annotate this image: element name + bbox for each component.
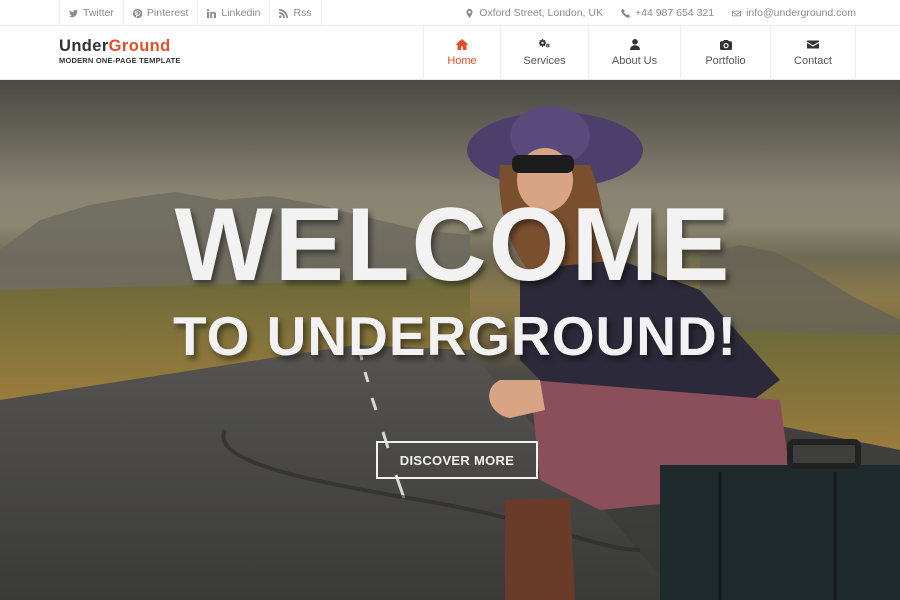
logo[interactable]: UnderGround MODERN ONE-PAGE TEMPLATE [59,37,181,65]
hero-section: WELCOME TO UNDERGROUND! DISCOVER MORE [0,80,900,600]
camera-icon [719,40,732,50]
nav-label: Home [447,55,477,67]
site-header: UnderGround MODERN ONE-PAGE TEMPLATE Hom… [0,26,900,80]
top-bar: Twitter Pinterest Linkedin Rss Oxford St… [0,0,900,26]
hero-title-subtitle: TO UNDERGROUND! [173,305,737,367]
envelope-icon [732,10,742,16]
nav-label: Services [523,55,566,67]
home-icon [456,39,468,50]
logo-title: UnderGround [59,37,181,55]
contact-address-text: Oxford Street, London, UK [479,7,603,19]
nav-item-portfolio[interactable]: Portfolio [680,26,770,80]
phone-icon [621,8,630,18]
linkedin-icon [207,8,217,18]
nav-item-services[interactable]: Services [500,26,588,80]
twitter-icon [69,9,78,17]
nav-label: About Us [611,55,658,67]
nav-item-home[interactable]: Home [423,26,500,80]
envelope-icon [807,40,819,49]
social-label: Pinterest [146,7,189,19]
contact-email-text: info@underground.com [746,7,856,19]
social-label: Linkedin [221,7,261,19]
contact-email[interactable]: info@underground.com [732,7,856,19]
cogs-icon [538,39,550,48]
nav-label: Portfolio [705,55,746,67]
contact-phone: +44 987 654 321 [621,7,714,19]
social-link-pinterest[interactable]: Pinterest [122,0,197,26]
pinterest-icon [132,8,142,18]
social-link-linkedin[interactable]: Linkedin [197,0,269,26]
social-label: Rss [293,7,312,19]
discover-more-button[interactable]: DISCOVER MORE [376,441,538,479]
logo-part-under: Under [59,37,109,55]
logo-tagline: MODERN ONE-PAGE TEMPLATE [59,56,181,65]
nav-item-contact[interactable]: Contact [770,26,856,80]
map-marker-icon [466,8,473,18]
contact-address: Oxford Street, London, UK [465,7,603,19]
rss-icon [279,8,289,18]
nav-item-about-us[interactable]: About Us [588,26,680,80]
contact-info: Oxford Street, London, UK +44 987 654 32… [465,0,856,26]
hero-title-welcome: WELCOME [174,187,732,303]
social-link-rss[interactable]: Rss [269,0,322,26]
social-links: Twitter Pinterest Linkedin Rss [59,0,322,26]
nav-label: Contact [794,55,832,67]
contact-phone-text: +44 987 654 321 [634,7,715,19]
logo-part-ground: Ground [108,37,171,55]
social-label: Twitter [83,7,114,19]
social-link-twitter[interactable]: Twitter [59,0,123,26]
main-nav: Home Services About Us Portfolio Contact [423,26,856,80]
user-icon [629,39,640,50]
